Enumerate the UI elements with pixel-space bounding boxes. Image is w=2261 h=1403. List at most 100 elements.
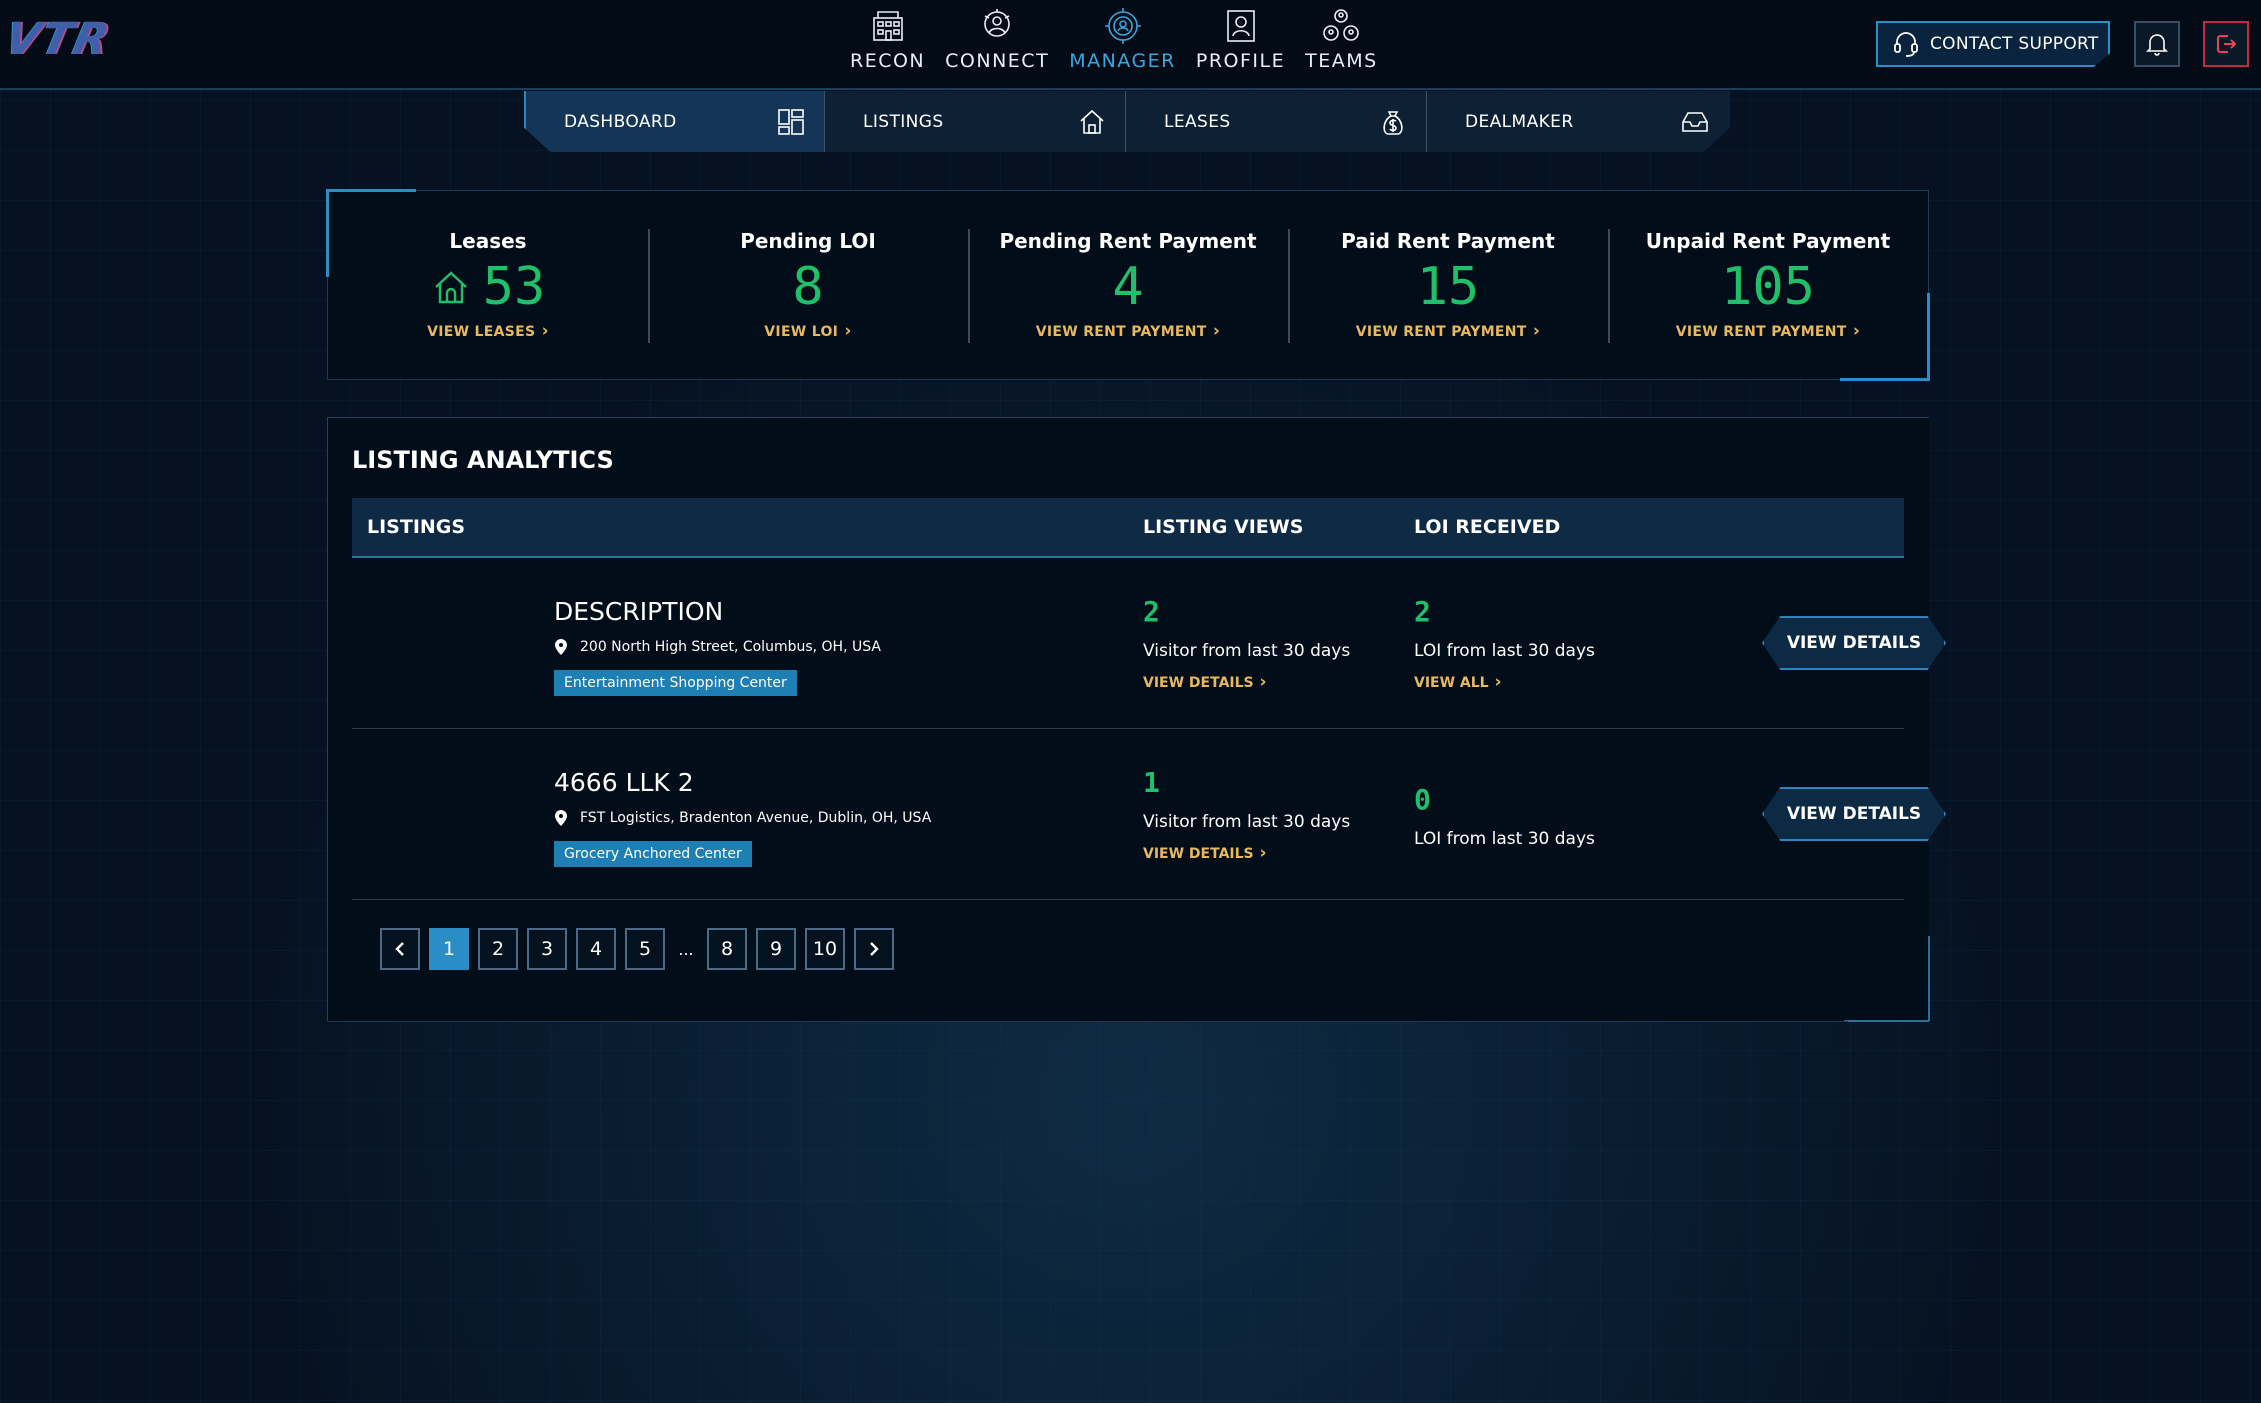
profile-icon: [1226, 10, 1255, 42]
nav-teams[interactable]: TEAMS: [1305, 6, 1378, 84]
view-rent-payment-link[interactable]: VIEW RENT PAYMENT: [1676, 321, 1860, 341]
nav-manager-label: MANAGER: [1069, 50, 1176, 72]
tab-leases-label: LEASES: [1164, 111, 1231, 132]
column-header-listing-views: LISTING VIEWS: [1143, 516, 1304, 538]
loi-received-count: 2: [1414, 595, 1431, 628]
stat-paid-rent: Paid Rent Payment 15 VIEW RENT PAYMENT: [1288, 229, 1608, 349]
contact-support-button[interactable]: CONTACT SUPPORT: [1876, 21, 2110, 67]
chevron-right-icon: [870, 942, 879, 956]
stat-label: Pending LOI: [740, 229, 876, 253]
location-pin-icon: [555, 639, 567, 655]
stat-value: 15: [1416, 257, 1480, 317]
tab-listings-label: LISTINGS: [863, 111, 944, 132]
connect-icon: [984, 9, 1010, 37]
table-row: 4666 LLK 2 FST Logistics, Bradenton Aven…: [352, 730, 1946, 900]
notifications-button[interactable]: [2134, 21, 2180, 67]
view-details-button[interactable]: VIEW DETAILS: [1762, 787, 1946, 841]
panel-corner-accent: [1928, 936, 1930, 1021]
building-icon: [872, 11, 903, 41]
loi-received-caption: LOI from last 30 days: [1414, 641, 1595, 661]
stats-panel: Leases 53 VIEW LEASES Pending LOI 8 VIEW…: [326, 189, 1930, 381]
money-bag-icon: [1383, 110, 1403, 135]
panel-corner-accent: [1844, 1020, 1929, 1022]
pagination: 1 2 3 4 5 ... 8 9 10: [380, 928, 903, 970]
stat-pending-loi: Pending LOI 8 VIEW LOI: [648, 229, 968, 349]
location-pin-icon: [555, 810, 567, 826]
tab-listings[interactable]: LISTINGS: [825, 91, 1126, 152]
listing-category-tag: Entertainment Shopping Center: [554, 670, 797, 696]
page-button-4[interactable]: 4: [576, 928, 616, 970]
next-page-button[interactable]: [854, 928, 894, 970]
tab-dashboard-label: DASHBOARD: [564, 111, 677, 132]
main-nav: RECON CONNECT MANAGER PROFILE TEAMS: [850, 6, 1398, 84]
loi-received-count: 0: [1414, 783, 1431, 816]
stat-value: 8: [792, 257, 824, 317]
table-header: LISTINGS LISTING VIEWS LOI RECEIVED: [352, 498, 1904, 558]
nav-connect[interactable]: CONNECT: [945, 6, 1049, 84]
nav-recon-label: RECON: [850, 50, 926, 72]
table-row: DESCRIPTION 200 North High Street, Colum…: [352, 559, 1946, 729]
listing-address: 200 North High Street, Columbus, OH, USA: [554, 639, 881, 655]
nav-teams-label: TEAMS: [1305, 50, 1378, 72]
listing-address: FST Logistics, Bradenton Avenue, Dublin,…: [554, 810, 931, 826]
view-details-button[interactable]: VIEW DETAILS: [1762, 616, 1946, 670]
view-rent-payment-link[interactable]: VIEW RENT PAYMENT: [1356, 321, 1540, 341]
stat-label: Pending Rent Payment: [999, 229, 1257, 253]
tab-dealmaker[interactable]: DEALMAKER: [1427, 91, 1728, 152]
bell-icon: [2146, 34, 2168, 56]
column-header-loi-received: LOI RECEIVED: [1414, 516, 1561, 538]
inbox-icon: [1682, 111, 1708, 132]
listing-views-count: 2: [1143, 595, 1160, 628]
listing-address-text: FST Logistics, Bradenton Avenue, Dublin,…: [580, 810, 932, 826]
listing-address-text: 200 North High Street, Columbus, OH, USA: [580, 639, 881, 655]
home-icon: [434, 271, 467, 304]
view-all-link[interactable]: VIEW ALL: [1414, 672, 1502, 692]
tab-leases[interactable]: LEASES: [1126, 91, 1427, 152]
chevron-left-icon: [395, 942, 404, 956]
stat-label: Unpaid Rent Payment: [1645, 229, 1891, 253]
view-details-link[interactable]: VIEW DETAILS: [1143, 843, 1267, 863]
stat-unpaid-rent: Unpaid Rent Payment 105 VIEW RENT PAYMEN…: [1608, 229, 1928, 349]
analytics-title: LISTING ANALYTICS: [352, 446, 614, 474]
page-button-9[interactable]: 9: [756, 928, 796, 970]
page-button-10[interactable]: 10: [805, 928, 845, 970]
manager-icon: [1104, 8, 1141, 44]
panel-border: [328, 1021, 1848, 1022]
logo-text: VTR: [0, 14, 116, 65]
stat-label: Leases: [449, 229, 527, 253]
tab-dashboard[interactable]: DASHBOARD: [524, 91, 825, 152]
previous-page-button[interactable]: [380, 928, 420, 970]
listing-views-count: 1: [1143, 766, 1160, 799]
loi-received-caption: LOI from last 30 days: [1414, 829, 1595, 849]
nav-profile[interactable]: PROFILE: [1196, 6, 1285, 84]
page-button-2[interactable]: 2: [478, 928, 518, 970]
view-details-link[interactable]: VIEW DETAILS: [1143, 672, 1267, 692]
manager-sub-nav: DASHBOARD LISTINGS LEASES DEALMAKER: [524, 91, 1730, 152]
home-icon: [1080, 109, 1104, 134]
page-button-3[interactable]: 3: [527, 928, 567, 970]
stat-value: 4: [1112, 257, 1144, 317]
page-button-1[interactable]: 1: [429, 928, 469, 970]
logout-icon: [2217, 35, 2237, 53]
listing-title: 4666 LLK 2: [554, 768, 694, 797]
page-button-5[interactable]: 5: [625, 928, 665, 970]
column-header-listings: LISTINGS: [367, 516, 466, 538]
page-button-8[interactable]: 8: [707, 928, 747, 970]
contact-support-label: CONTACT SUPPORT: [1930, 34, 2099, 54]
view-rent-payment-link[interactable]: VIEW RENT PAYMENT: [1036, 321, 1220, 341]
view-leases-link[interactable]: VIEW LEASES: [427, 321, 549, 341]
logout-button[interactable]: [2203, 21, 2249, 67]
nav-connect-label: CONNECT: [945, 50, 1050, 72]
teams-icon: [1323, 9, 1360, 41]
vtr-logo[interactable]: VTR: [1, 14, 120, 65]
view-loi-link[interactable]: VIEW LOI: [764, 321, 851, 341]
nav-profile-label: PROFILE: [1195, 50, 1286, 72]
nav-recon[interactable]: RECON: [850, 6, 925, 84]
listing-views-caption: Visitor from last 30 days: [1143, 812, 1351, 832]
tab-dealmaker-label: DEALMAKER: [1465, 111, 1574, 132]
stat-value: 105: [1721, 257, 1815, 317]
listing-category-tag: Grocery Anchored Center: [554, 841, 752, 867]
nav-manager[interactable]: MANAGER: [1069, 6, 1176, 84]
stat-value: 53: [482, 257, 546, 317]
stat-label: Paid Rent Payment: [1341, 229, 1555, 253]
